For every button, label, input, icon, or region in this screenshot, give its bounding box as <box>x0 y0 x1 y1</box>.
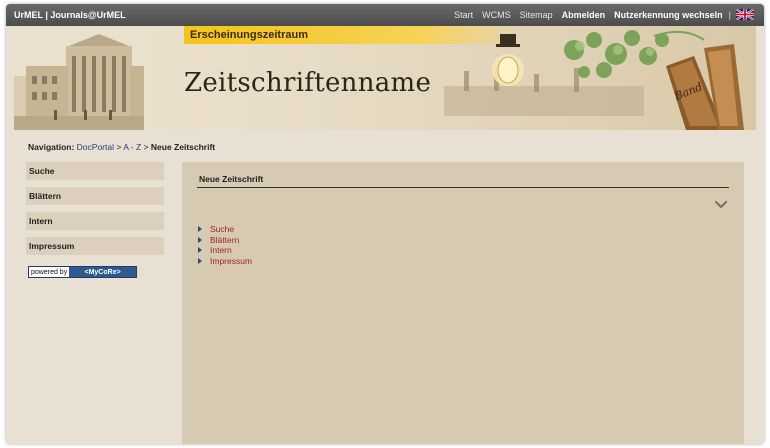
content-link-list: Suche Blättern Intern Impressum <box>198 224 252 266</box>
top-bar: UrMEL | Journals@UrMEL Start WCMS Sitema… <box>6 4 764 26</box>
page-frame: UrMEL | Journals@UrMEL Start WCMS Sitema… <box>6 4 764 444</box>
bullet-triangle-icon <box>198 257 202 264</box>
list-item: Intern <box>198 245 252 256</box>
list-item: Impressum <box>198 256 252 267</box>
chevron-down-icon[interactable] <box>714 200 728 210</box>
nav-start-link[interactable]: Start <box>454 10 473 20</box>
sidebar-item-intern[interactable]: Intern <box>26 212 164 230</box>
main-content: Neue Zeitschrift Suche Blättern Intern I… <box>182 162 744 444</box>
sidebar: Suche Blättern Intern Impressum <box>26 162 164 262</box>
breadcrumb: Navigation: DocPortal > A - Z > Neue Zei… <box>28 142 215 152</box>
mycore-logo: <MyCoRe> <box>69 267 136 277</box>
list-item: Blättern <box>198 235 252 246</box>
breadcrumb-current: Neue Zeitschrift <box>150 142 216 152</box>
brand-link[interactable]: UrMEL | Journals@UrMEL <box>14 10 126 20</box>
content-link-blaettern[interactable]: Blättern <box>210 235 239 245</box>
logout-link[interactable]: Abmelden <box>562 10 606 20</box>
bullet-triangle-icon <box>198 236 202 243</box>
content-title: Neue Zeitschrift <box>199 174 264 184</box>
header-banner: Erscheinungszeitraum Zeitschriftenname B… <box>14 26 756 130</box>
era-label[interactable]: Erscheinungszeitraum <box>190 29 308 41</box>
bullet-triangle-icon <box>198 226 202 233</box>
switch-user-link[interactable]: Nutzerkennung wechseln <box>614 10 723 20</box>
content-link-intern[interactable]: Intern <box>210 245 232 255</box>
journal-title: Zeitschriftenname <box>184 68 432 98</box>
breadcrumb-docportal-link[interactable]: DocPortal <box>77 142 114 152</box>
breadcrumb-label: Navigation: <box>28 142 75 152</box>
sidebar-item-suche[interactable]: Suche <box>26 162 164 180</box>
sidebar-item-impressum[interactable]: Impressum <box>26 237 164 255</box>
flag-en-icon[interactable] <box>736 9 754 20</box>
powered-by-prefix: powered by <box>29 267 70 277</box>
title-divider <box>197 187 729 188</box>
bullet-triangle-icon <box>198 247 202 254</box>
top-navigation: Start WCMS Sitemap Abmelden Nutzerkennun… <box>445 9 754 20</box>
breadcrumb-separator: > <box>116 142 122 152</box>
content-link-impressum[interactable]: Impressum <box>210 256 252 266</box>
content-link-suche[interactable]: Suche <box>210 224 234 234</box>
nav-separator: | <box>728 9 731 20</box>
nav-wcms-link[interactable]: WCMS <box>482 10 511 20</box>
breadcrumb-separator: > <box>143 142 149 152</box>
breadcrumb-a-z-link[interactable]: A - Z <box>123 142 141 152</box>
sidebar-item-blaettern[interactable]: Blättern <box>26 187 164 205</box>
list-item: Suche <box>198 224 252 235</box>
powered-by-badge[interactable]: powered by <MyCoRe> <box>28 266 137 278</box>
nav-sitemap-link[interactable]: Sitemap <box>520 10 553 20</box>
theatre-building-image <box>14 26 144 130</box>
decorative-illustration: Band <box>444 30 744 130</box>
